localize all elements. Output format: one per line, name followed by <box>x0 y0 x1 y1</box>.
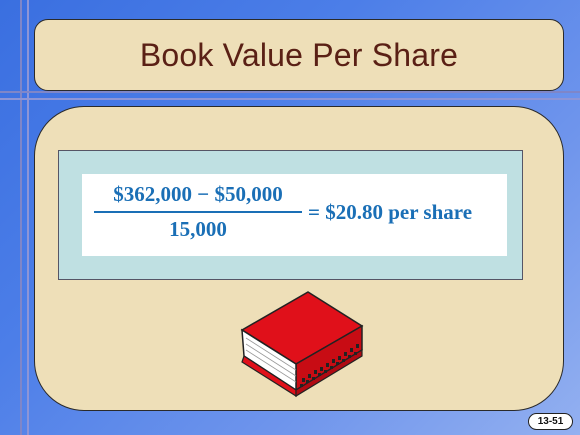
formula-denominator: 15,000 <box>169 217 227 241</box>
formula-numerator: $362,000 − $50,000 <box>113 182 283 206</box>
formula-card: $362,000 − $50,000 15,000 = $20.80 per s… <box>82 174 507 256</box>
decorative-horizontal-line <box>0 98 580 100</box>
decorative-horizontal-line <box>0 91 580 93</box>
slide-background: Book Value Per Share $362,000 − $50,000 … <box>0 0 580 435</box>
formula-result: = $20.80 per share <box>308 200 473 224</box>
red-book-icon <box>240 291 364 398</box>
decorative-vertical-line <box>27 0 29 435</box>
decorative-vertical-line <box>20 0 22 435</box>
page-number-badge: 13-51 <box>528 413 573 430</box>
slide-title: Book Value Per Share <box>139 36 459 73</box>
formula-fraction: $362,000 − $50,000 15,000 <box>92 182 304 242</box>
title-panel: Book Value Per Share <box>34 19 564 91</box>
